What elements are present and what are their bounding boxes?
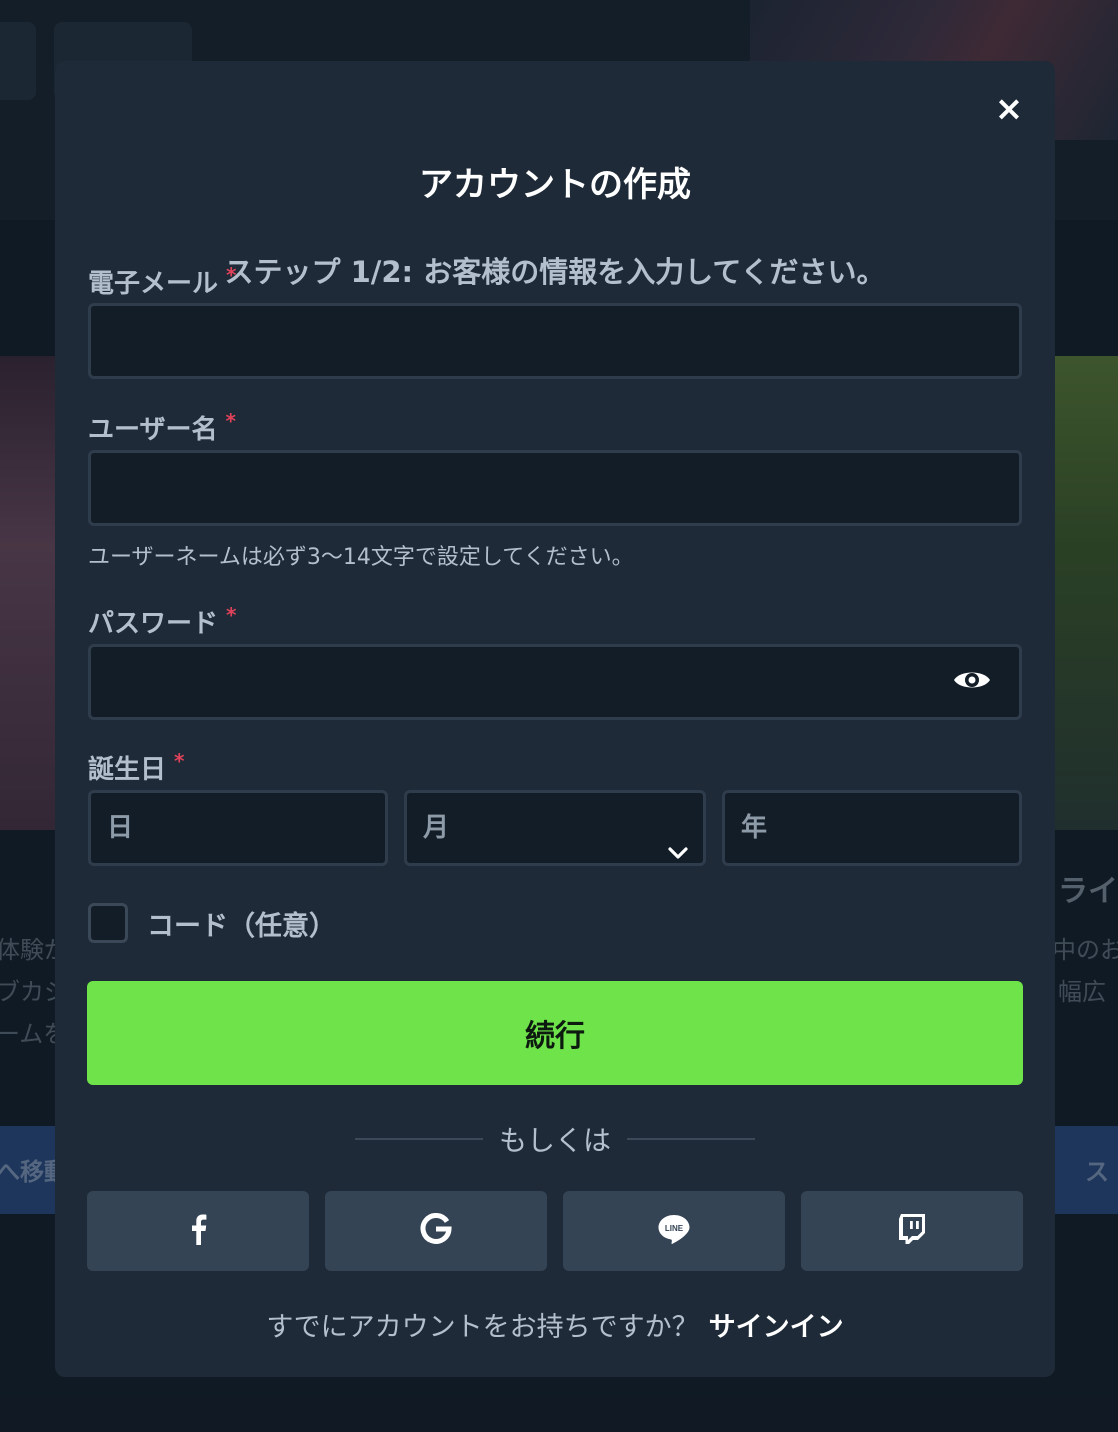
close-button[interactable]: ×	[991, 91, 1027, 127]
twitch-icon	[898, 1213, 926, 1249]
line-icon: LINE	[657, 1213, 691, 1249]
signin-link[interactable]: サインイン	[709, 1312, 844, 1343]
signin-question: すでにアカウントをお持ちですか？	[266, 1312, 699, 1343]
chevron-down-icon	[667, 819, 689, 859]
continue-button-label: 続行	[525, 1019, 585, 1054]
birthday-label: 誕生日 *	[88, 749, 184, 786]
username-field[interactable]	[88, 450, 1022, 526]
line-icon-text: LINE	[665, 1224, 684, 1233]
birthday-year-field[interactable]: 年	[722, 790, 1022, 866]
required-mark: *	[225, 409, 236, 433]
email-label: 電子メール *	[88, 263, 236, 300]
password-label: パスワード *	[88, 603, 236, 640]
or-divider-text: もしくは	[498, 1124, 611, 1157]
code-checkbox[interactable]	[88, 903, 128, 943]
year-placeholder: 年	[741, 813, 768, 843]
birthday-label-text: 誕生日	[88, 755, 167, 785]
google-login-button[interactable]	[325, 1191, 547, 1271]
eye-icon[interactable]	[952, 665, 992, 695]
signup-modal: アカウントの作成 × ステップ 1/2: お客様の情報を入力してください。 電子…	[55, 61, 1055, 1377]
twitch-login-button[interactable]	[801, 1191, 1023, 1271]
birthday-month-select[interactable]: 月	[404, 790, 706, 866]
password-field[interactable]	[88, 644, 1022, 720]
divider-line	[627, 1138, 755, 1140]
username-label-text: ユーザー名	[88, 415, 218, 445]
username-label: ユーザー名 *	[88, 409, 236, 446]
email-label-text: 電子メール	[88, 269, 219, 299]
day-placeholder: 日	[107, 813, 134, 843]
facebook-icon	[189, 1213, 207, 1249]
required-mark: *	[174, 749, 185, 773]
continue-button[interactable]: 続行	[87, 981, 1023, 1085]
birthday-day-field[interactable]: 日	[88, 790, 388, 866]
google-icon	[420, 1213, 452, 1249]
username-hint: ユーザーネームは必ず3〜14文字で設定してください。	[88, 545, 634, 570]
modal-title: アカウントの作成	[419, 165, 691, 205]
close-icon: ×	[994, 89, 1024, 129]
email-field[interactable]	[88, 303, 1022, 379]
facebook-login-button[interactable]	[87, 1191, 309, 1271]
line-login-button[interactable]: LINE	[563, 1191, 785, 1271]
required-mark: *	[226, 263, 237, 287]
month-placeholder: 月	[423, 813, 450, 843]
required-mark: *	[226, 603, 237, 627]
signin-row: すでにアカウントをお持ちですか？ サインイン	[55, 1305, 1055, 1344]
password-label-text: パスワード	[88, 609, 219, 639]
code-checkbox-label[interactable]: コード（任意）	[147, 904, 336, 943]
